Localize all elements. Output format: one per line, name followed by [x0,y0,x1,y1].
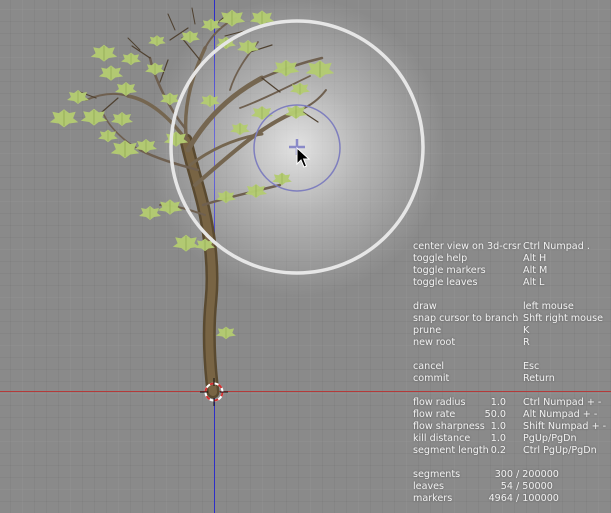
param-label: flow rate [413,409,456,420]
help-key: Ctrl Numpad . [523,241,590,252]
help-key: Alt L [523,277,545,288]
help-label: draw [413,301,437,312]
help-label: toggle markers [413,265,486,276]
help-label: commit [413,373,450,384]
help-label: toggle help [413,253,468,264]
param-label: kill distance [413,433,471,444]
param-key: PgUp/PgDn [523,433,577,444]
help-key: left mouse [523,301,574,312]
stat-row: segments 300 / 200000 [413,469,611,481]
help-row: cancel Esc [413,361,611,373]
stat-row: markers 4964 / 100000 [413,493,611,505]
help-key: Alt M [523,265,548,276]
stat-max: / 50000 [516,481,553,492]
stat-max: / 200000 [516,469,559,480]
help-label: prune [413,325,442,336]
help-label: new root [413,337,456,348]
stat-row: leaves 54 / 50000 [413,481,611,493]
help-key: Shft right mouse [523,313,603,324]
param-value: 50.0 [484,409,506,420]
stat-value: 4964 [488,493,513,504]
param-row: flow rate 50.0 Alt Numpad + - [413,409,611,421]
param-value: 1.0 [490,433,506,444]
help-label: toggle leaves [413,277,478,288]
3d-viewport[interactable]: center view on 3d-crsr Ctrl Numpad . tog… [0,0,611,513]
help-label: snap cursor to branch [413,313,519,324]
help-row: snap cursor to branch Shft right mouse [413,313,611,325]
stat-value: 54 [500,481,513,492]
help-row: toggle help Alt H [413,253,611,265]
param-key: Alt Numpad + - [523,409,598,420]
param-label: segment length [413,445,489,456]
param-row: flow radius 1.0 Ctrl Numpad + - [413,397,611,409]
help-row: prune K [413,325,611,337]
param-row: kill distance 1.0 PgUp/PgDn [413,433,611,445]
param-key: Shift Numpad + - [523,421,607,432]
help-row: new root R [413,337,611,349]
help-key: Alt H [523,253,547,264]
help-row: toggle markers Alt M [413,265,611,277]
help-row: draw left mouse [413,301,611,313]
help-label: cancel [413,361,445,372]
stat-max: / 100000 [516,493,559,504]
help-row: commit Return [413,373,611,385]
help-key: R [523,337,530,348]
help-label: center view on 3d-crsr [413,241,521,252]
param-value: 1.0 [490,397,506,408]
help-row: toggle leaves Alt L [413,277,611,289]
param-key: Ctrl Numpad + - [523,397,602,408]
param-label: flow radius [413,397,466,408]
param-row: flow sharpness 1.0 Shift Numpad + - [413,421,611,433]
param-label: flow sharpness [413,421,485,432]
help-key: Return [523,373,555,384]
param-key: Ctrl PgUp/PgDn [523,445,597,456]
param-value: 0.2 [490,445,506,456]
help-key: K [523,325,530,336]
help-key: Esc [523,361,540,372]
help-row: center view on 3d-crsr Ctrl Numpad . [413,241,611,253]
stat-value: 300 [494,469,513,480]
param-value: 1.0 [490,421,506,432]
keyboard-help-overlay: center view on 3d-crsr Ctrl Numpad . tog… [413,241,611,505]
param-row: segment length 0.2 Ctrl PgUp/PgDn [413,445,611,457]
